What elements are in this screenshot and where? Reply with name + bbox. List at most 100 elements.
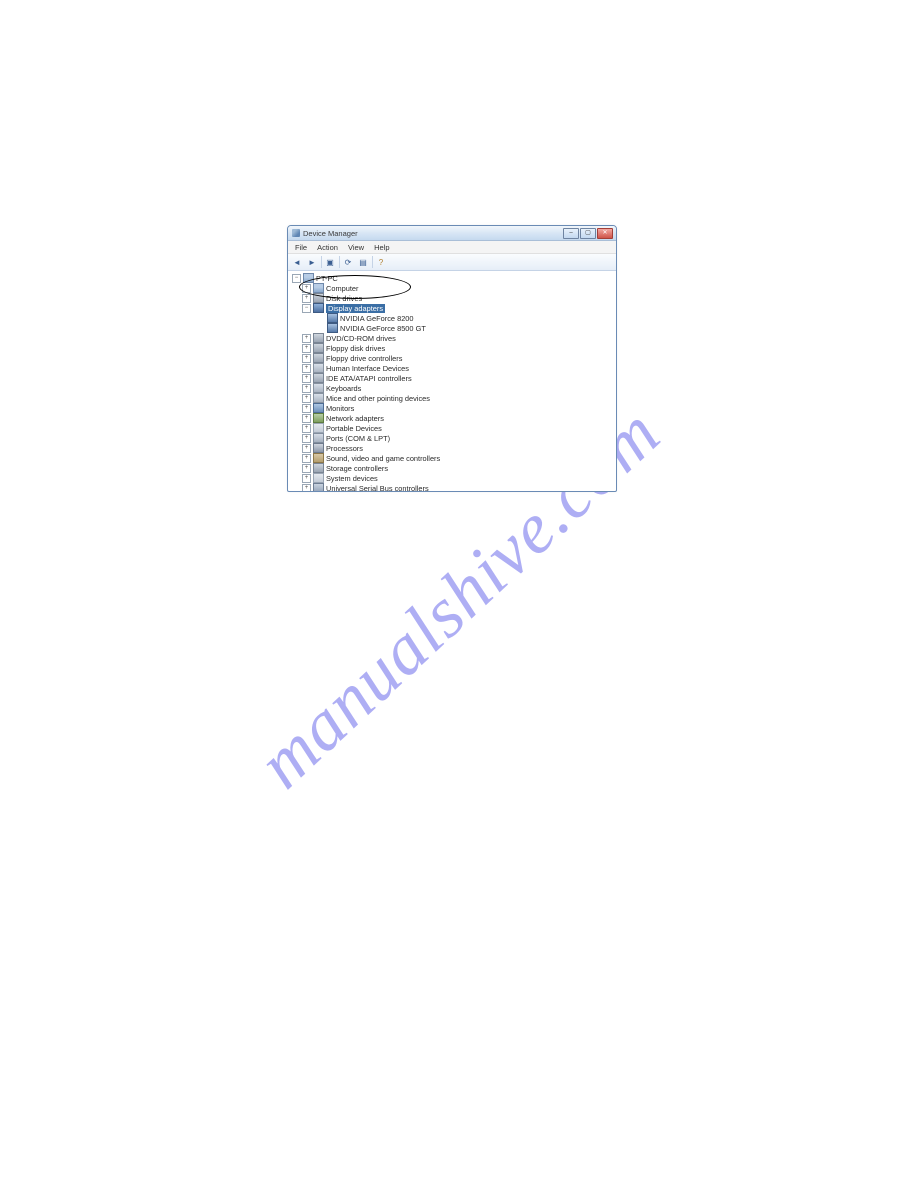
expand-icon[interactable]: +	[302, 444, 311, 453]
expand-icon[interactable]: +	[302, 464, 311, 473]
tree-root[interactable]: − PT-PC	[292, 273, 616, 283]
keyboard-icon	[313, 383, 324, 393]
tree-item-gpu-0[interactable]: NVIDIA GeForce 8200	[292, 313, 616, 323]
tree-item-label: Universal Serial Bus controllers	[326, 484, 429, 493]
app-icon	[292, 229, 300, 237]
menu-action[interactable]: Action	[314, 243, 341, 252]
expand-icon[interactable]: +	[302, 344, 311, 353]
expand-icon[interactable]: +	[302, 374, 311, 383]
disk-icon	[313, 333, 324, 343]
storage-icon	[313, 463, 324, 473]
disk-icon	[313, 343, 324, 353]
device-manager-window: Device Manager – ▢ ✕ File Action View He…	[287, 225, 617, 492]
tree-item-label: Mice and other pointing devices	[326, 394, 430, 403]
toolbar-separator	[372, 256, 373, 268]
tree-item-ports[interactable]: + Ports (COM & LPT)	[292, 433, 616, 443]
tree-item-storage[interactable]: + Storage controllers	[292, 463, 616, 473]
usb-icon	[313, 483, 324, 492]
tree-item-sound[interactable]: + Sound, video and game controllers	[292, 453, 616, 463]
tree-item-ide[interactable]: + IDE ATA/ATAPI controllers	[292, 373, 616, 383]
tree-item-label: Floppy drive controllers	[326, 354, 402, 363]
system-icon	[313, 473, 324, 483]
tree-item-system[interactable]: + System devices	[292, 473, 616, 483]
gpu-icon	[327, 313, 338, 323]
tree-item-keyboards[interactable]: + Keyboards	[292, 383, 616, 393]
network-icon	[313, 413, 324, 423]
disk-icon	[313, 373, 324, 383]
tree-item-label: Portable Devices	[326, 424, 382, 433]
tree-item-hid[interactable]: + Human Interface Devices	[292, 363, 616, 373]
expand-icon[interactable]: +	[302, 384, 311, 393]
tree-item-computer[interactable]: + Computer	[292, 283, 616, 293]
expand-icon[interactable]: +	[302, 404, 311, 413]
expand-icon[interactable]: +	[302, 484, 311, 493]
tree-item-floppy-drives[interactable]: + Floppy disk drives	[292, 343, 616, 353]
gpu-icon	[327, 323, 338, 333]
display-icon	[313, 303, 324, 313]
expand-icon[interactable]: +	[302, 424, 311, 433]
minimize-button[interactable]: –	[563, 228, 579, 239]
port-icon	[313, 433, 324, 443]
expand-icon[interactable]: +	[302, 284, 311, 293]
expand-icon[interactable]: +	[302, 394, 311, 403]
tree-spacer	[318, 315, 327, 322]
tree-item-gpu-1[interactable]: NVIDIA GeForce 8500 GT	[292, 323, 616, 333]
menu-help[interactable]: Help	[371, 243, 392, 252]
tree-item-display-adapters[interactable]: − Display adapters	[292, 303, 616, 313]
expand-icon[interactable]: +	[302, 414, 311, 423]
tree-item-label: Monitors	[326, 404, 354, 413]
expand-icon[interactable]: +	[302, 334, 311, 343]
tree-item-label: Floppy disk drives	[326, 344, 385, 353]
expand-icon[interactable]: −	[302, 304, 311, 313]
hid-icon	[313, 363, 324, 373]
expand-icon[interactable]: +	[302, 354, 311, 363]
tree-item-mice[interactable]: + Mice and other pointing devices	[292, 393, 616, 403]
toolbar-separator	[321, 256, 322, 268]
tree-item-network[interactable]: + Network adapters	[292, 413, 616, 423]
tree-item-label: IDE ATA/ATAPI controllers	[326, 374, 412, 383]
device-tree: − PT-PC + Computer + Disk drives − Displ…	[288, 271, 616, 492]
scan-button[interactable]: ⟳	[341, 256, 356, 268]
monitor-icon	[313, 403, 324, 413]
tree-item-label: Human Interface Devices	[326, 364, 409, 373]
tree-item-label: Sound, video and game controllers	[326, 454, 440, 463]
update-button[interactable]: ▤	[356, 256, 371, 268]
disk-icon	[313, 353, 324, 363]
expand-icon[interactable]: +	[302, 434, 311, 443]
tree-root-label: PT-PC	[316, 274, 338, 283]
properties-button[interactable]: ▣	[323, 256, 338, 268]
portable-icon	[313, 423, 324, 433]
computer-icon	[303, 273, 314, 283]
tree-item-usb[interactable]: + Universal Serial Bus controllers	[292, 483, 616, 492]
tree-item-dvd[interactable]: + DVD/CD-ROM drives	[292, 333, 616, 343]
tree-item-floppy-controllers[interactable]: + Floppy drive controllers	[292, 353, 616, 363]
forward-button[interactable]: ►	[305, 256, 320, 268]
tree-item-label: Disk drives	[326, 294, 362, 303]
tree-item-label: System devices	[326, 474, 378, 483]
back-button[interactable]: ◄	[290, 256, 305, 268]
expand-icon[interactable]: +	[302, 454, 311, 463]
tree-item-label: Keyboards	[326, 384, 361, 393]
close-button[interactable]: ✕	[597, 228, 613, 239]
tree-item-label: Network adapters	[326, 414, 384, 423]
expand-icon[interactable]: +	[302, 474, 311, 483]
expand-icon[interactable]: +	[302, 294, 311, 303]
window-title: Device Manager	[303, 229, 358, 238]
expand-icon[interactable]: +	[302, 364, 311, 373]
mouse-icon	[313, 393, 324, 403]
help-button[interactable]: ?	[374, 256, 389, 268]
menu-file[interactable]: File	[292, 243, 310, 252]
tree-item-label: Ports (COM & LPT)	[326, 434, 390, 443]
tree-item-processors[interactable]: + Processors	[292, 443, 616, 453]
expand-icon[interactable]: −	[292, 274, 301, 283]
tree-item-label-selected: Display adapters	[326, 304, 385, 313]
tree-item-label: Computer	[326, 284, 358, 293]
tree-item-portable[interactable]: + Portable Devices	[292, 423, 616, 433]
tree-item-label: DVD/CD-ROM drives	[326, 334, 396, 343]
tree-item-disk-drives[interactable]: + Disk drives	[292, 293, 616, 303]
titlebar[interactable]: Device Manager – ▢ ✕	[288, 226, 616, 241]
maximize-button[interactable]: ▢	[580, 228, 596, 239]
processor-icon	[313, 443, 324, 453]
menu-view[interactable]: View	[345, 243, 367, 252]
tree-item-monitors[interactable]: + Monitors	[292, 403, 616, 413]
